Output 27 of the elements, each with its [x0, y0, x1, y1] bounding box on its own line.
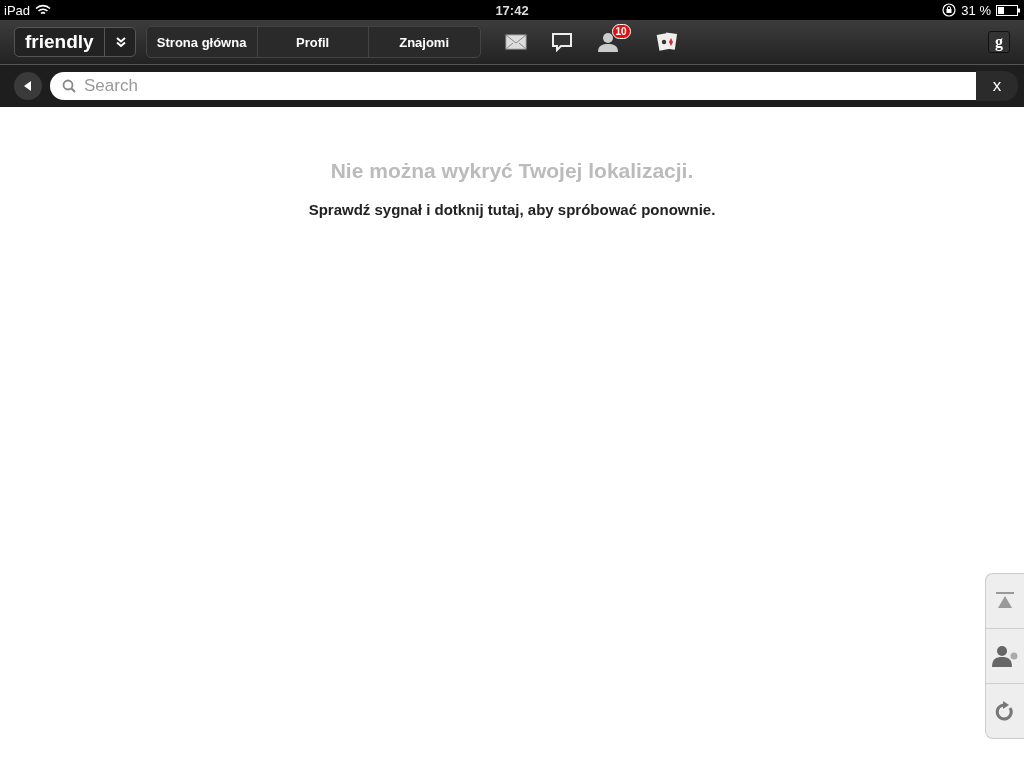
search-icon — [62, 79, 76, 93]
back-button[interactable] — [14, 72, 42, 100]
clock: 17:42 — [495, 2, 529, 18]
nav-tab[interactable]: Znajomi — [368, 27, 480, 57]
account-button[interactable]: g — [988, 31, 1010, 53]
wifi-icon — [35, 4, 52, 16]
clear-button[interactable]: x — [976, 71, 1018, 101]
battery-percent: 31 % — [961, 2, 991, 18]
error-title: Nie można wykryć Twojej lokalizacji. — [329, 159, 695, 183]
device-name: iPad — [4, 2, 31, 18]
logo-menu-button[interactable]: friendly — [14, 27, 136, 57]
retry-message[interactable]: Sprawdź sygnał i dotknij tutaj, aby spróbować ponownie. — [0, 201, 1024, 218]
refresh-icon[interactable] — [995, 700, 1015, 722]
logo: friendly — [25, 28, 105, 56]
nav-tab[interactable]: Profil — [257, 27, 369, 57]
battery-icon — [996, 4, 1020, 16]
back-arrow-icon — [24, 81, 32, 91]
person-status-icon[interactable] — [992, 645, 1018, 667]
double-chevron-icon — [114, 36, 127, 48]
search-field[interactable]: Search — [50, 72, 976, 100]
nav-tab[interactable]: Strona główna — [146, 27, 258, 57]
playing-cards-icon[interactable] — [654, 31, 679, 53]
envelope-icon[interactable] — [504, 34, 527, 50]
friends-button[interactable]: 10 — [596, 24, 631, 52]
notification-badge: 10 — [611, 24, 631, 39]
rotation-lock-icon — [942, 3, 957, 17]
speech-bubble-icon[interactable] — [550, 32, 573, 52]
